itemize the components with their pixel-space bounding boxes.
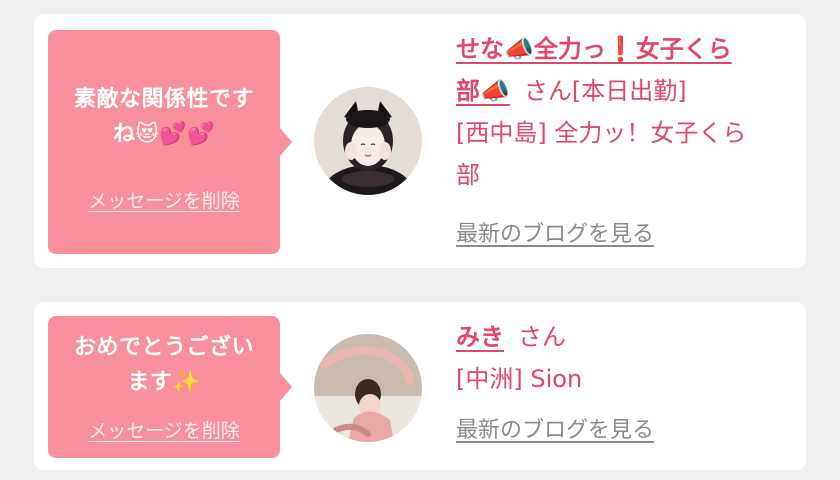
latest-blog-link[interactable]: 最新のブログを見る (456, 216, 654, 248)
cast-name-part: 部📣 (456, 77, 510, 105)
message-text: おめでとうござい ます✨ (58, 330, 270, 400)
delete-message-link[interactable]: メッセージを削除 (48, 416, 280, 443)
avatar[interactable] (314, 334, 422, 442)
message-bubble: おめでとうござい ます✨ メッセージを削除 (48, 316, 292, 458)
message-bubble: 素敵な関係性です ね😻💕💕 メッセージを削除 (48, 30, 292, 254)
message-card: 素敵な関係性です ね😻💕💕 メッセージを削除 せな📣全力っ❗女子くら 部📣 さん[本… (34, 14, 806, 268)
message-line: おめでとうござい (73, 335, 254, 360)
cast-name-row: せな📣全力っ❗女子くら 部📣 さん[本日出勤] (456, 28, 796, 112)
honorific: さん (518, 323, 566, 351)
shop-name: [中洲] Sion (456, 365, 583, 393)
avatar[interactable] (314, 87, 422, 195)
shop-line: [西中島] 全力ッ！女子くら (456, 119, 747, 147)
delete-message-link[interactable]: メッセージを削除 (48, 186, 280, 213)
latest-blog-link[interactable]: 最新のブログを見る (456, 412, 654, 444)
cast-name-part: せな📣全力っ❗女子くら (456, 35, 732, 63)
honorific: さん (523, 77, 572, 105)
shop-name: [西中島] 全力ッ！女子くら 部 (456, 112, 796, 196)
cast-info: せな📣全力っ❗女子くら 部📣 さん[本日出勤] [西中島] 全力ッ！女子くら 部 最… (456, 28, 796, 248)
shop-line: 部 (456, 161, 480, 189)
message-line: ね😻💕💕 (113, 122, 215, 147)
work-status: [本日出勤] (571, 77, 687, 105)
avatar-photo (314, 334, 422, 442)
cast-name-row: みき さん (456, 316, 796, 358)
cast-name-link[interactable]: みき (456, 323, 504, 351)
cast-info: みき さん [中洲] Sion 最新のブログを見る (456, 316, 796, 444)
message-line: 素敵な関係性です (73, 87, 254, 112)
message-card: おめでとうござい ます✨ メッセージを削除 みき さん [中洲] Sion 最新の… (34, 302, 806, 470)
avatar-photo (314, 87, 422, 195)
message-text: 素敵な関係性です ね😻💕💕 (58, 82, 270, 152)
message-line: ます✨ (127, 370, 201, 395)
